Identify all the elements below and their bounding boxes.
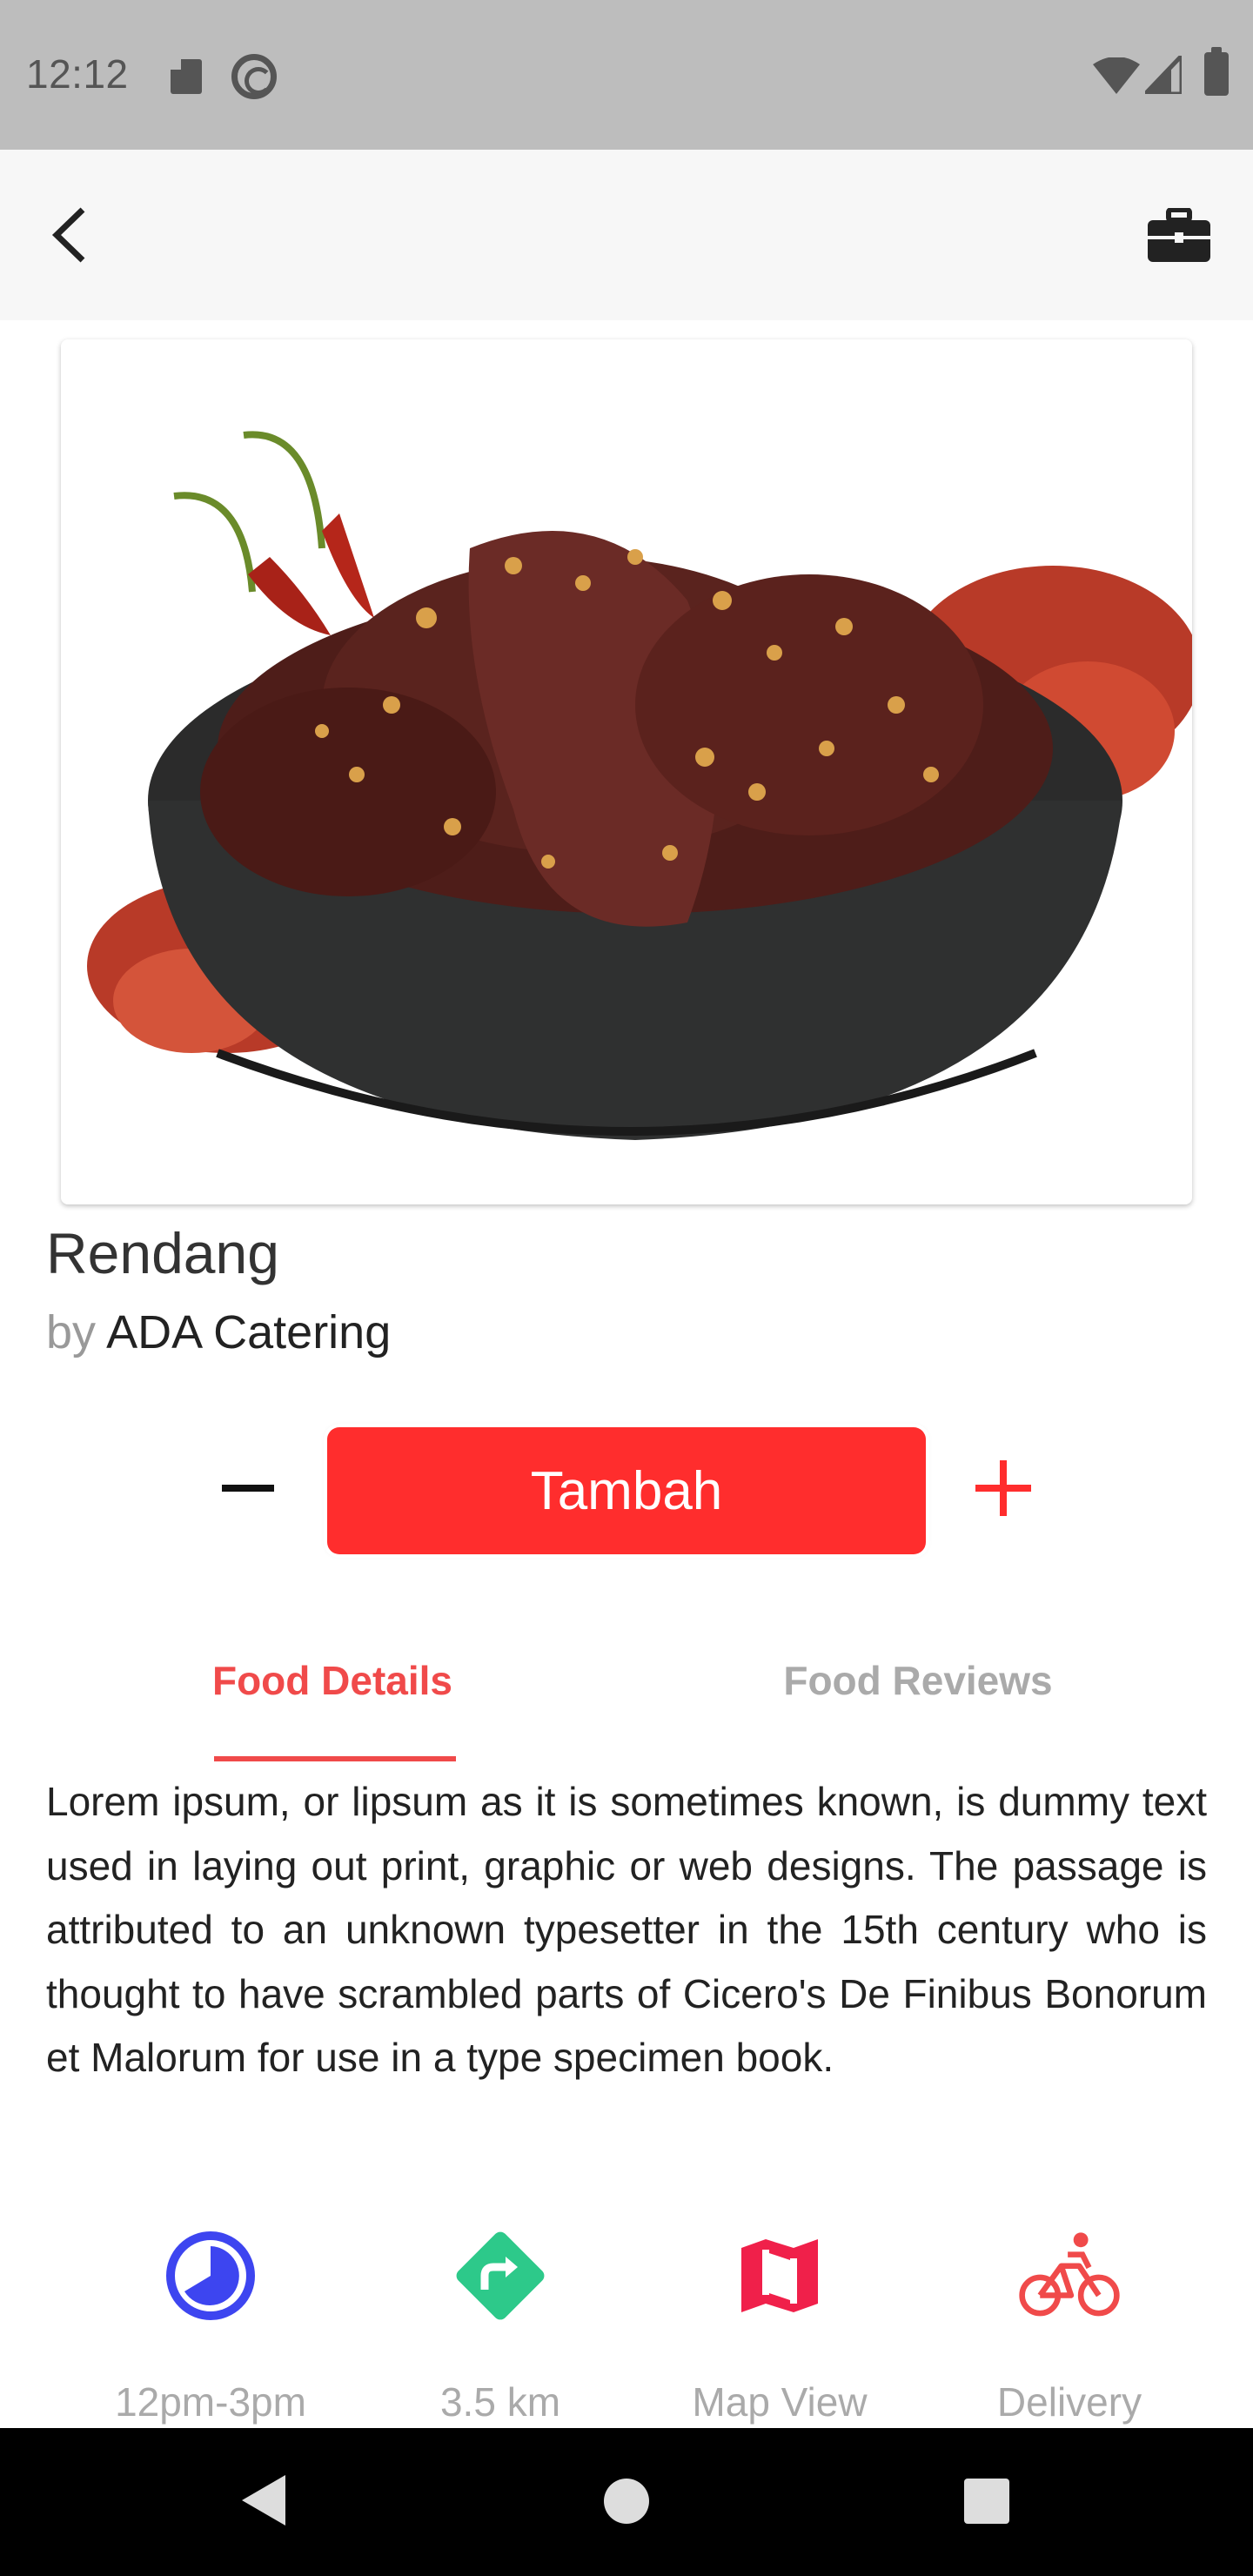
info-label: 3.5 km (439, 2379, 561, 2425)
status-bar: 12:12 (0, 0, 1253, 150)
signal-icon (1145, 56, 1182, 94)
increase-quantity-button[interactable] (964, 1445, 1042, 1532)
app-bar (0, 150, 1253, 320)
tab-label: Food Details (211, 1658, 453, 1703)
briefcase-icon (1148, 208, 1210, 262)
battery-icon (1204, 47, 1229, 96)
bicycle-icon (1017, 2224, 1122, 2328)
at-sign-icon (231, 54, 277, 99)
by-label: by (46, 1306, 97, 1358)
info-label: Map View (692, 2379, 868, 2425)
wifi-icon (1093, 57, 1140, 94)
sd-card-icon (171, 59, 202, 94)
tab-label: Food Reviews (783, 1658, 1053, 1703)
tab-food-details[interactable]: Food Details (209, 1654, 456, 1761)
food-image-card (61, 339, 1192, 1204)
info-map-view[interactable]: Map View (649, 2224, 910, 2432)
food-image (87, 431, 1192, 1140)
nav-recents-icon[interactable] (964, 2479, 1009, 2524)
chevron-left-icon (51, 207, 85, 263)
map-icon (727, 2224, 832, 2328)
minus-icon (222, 1485, 274, 1492)
info-label: 12pm-3pm (115, 2379, 306, 2425)
tab-food-reviews[interactable]: Food Reviews (766, 1654, 1070, 1761)
info-distance[interactable]: 3.5 km (370, 2224, 631, 2432)
back-button[interactable] (35, 193, 104, 277)
add-to-cart-button[interactable]: Tambah (327, 1427, 926, 1554)
decrease-quantity-button[interactable] (209, 1445, 287, 1532)
info-delivery[interactable]: Delivery (939, 2224, 1200, 2432)
directions-icon (448, 2224, 553, 2328)
nav-back-icon[interactable] (237, 2472, 289, 2529)
nav-home-icon[interactable] (604, 2479, 649, 2524)
food-description: Lorem ipsum, or lipsum as it is sometime… (46, 1779, 1207, 2080)
clock-icon (158, 2224, 263, 2328)
briefcase-button[interactable] (1140, 197, 1218, 275)
system-nav-bar (0, 2428, 1253, 2576)
info-label: Delivery (996, 2379, 1142, 2425)
food-vendor-line: by ADA Catering (46, 1305, 391, 1359)
vendor-name[interactable]: ADA Catering (106, 1306, 391, 1358)
active-tab-indicator (214, 1756, 456, 1761)
food-title: Rendang (46, 1221, 279, 1285)
info-serving-time[interactable]: 12pm-3pm (80, 2224, 341, 2432)
status-time: 12:12 (26, 51, 129, 97)
